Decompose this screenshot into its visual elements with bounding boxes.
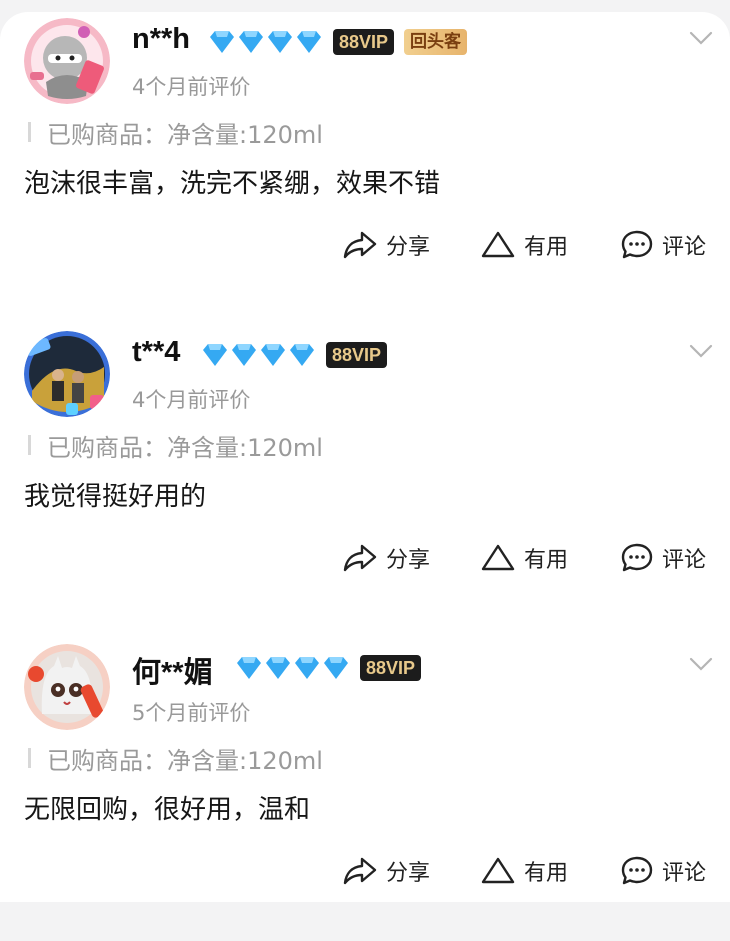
chevron-down-icon[interactable]	[688, 342, 714, 360]
comment-icon	[621, 856, 653, 885]
triangle-icon	[481, 231, 515, 258]
diamond-icon	[237, 657, 348, 679]
repeat-customer-badge: 回头客	[404, 29, 468, 55]
purchased-value: 净含量:120ml	[167, 120, 323, 149]
comment-button[interactable]: 评论	[620, 847, 706, 895]
diamond-icon	[203, 344, 314, 366]
purchased-label: 已购商品：	[47, 746, 167, 775]
user-name[interactable]: 何**媚	[132, 649, 213, 691]
user-avatar[interactable]	[24, 331, 110, 417]
diamond-level	[234, 655, 352, 681]
purchased-label: 已购商品：	[47, 120, 167, 149]
divider	[28, 435, 31, 455]
share-button[interactable]: 分享	[342, 534, 430, 582]
comment-button[interactable]: 评论	[620, 221, 706, 269]
user-badges: 88VIP	[234, 653, 422, 683]
share-button[interactable]: 分享	[342, 847, 430, 895]
purchased-product: 已购商品： 净含量:120ml	[24, 115, 323, 149]
reviews-panel: n**h 88VIP 回头客 4个月前评价 已购商品： 净含量:120ml 泡沫…	[0, 12, 730, 902]
purchased-product: 已购商品： 净含量:120ml	[24, 428, 323, 462]
review-time: 4个月前评价	[132, 75, 251, 99]
chevron-down-icon[interactable]	[688, 655, 714, 673]
review-actions: 分享 有用 评论	[0, 534, 730, 582]
diamond-icon	[210, 31, 321, 53]
comment-icon	[621, 543, 653, 572]
useful-label: 有用	[524, 235, 569, 260]
vip-badge: 88VIP	[360, 655, 422, 681]
user-badges: 88VIP 回头客	[207, 27, 468, 57]
useful-button[interactable]: 有用	[480, 221, 568, 269]
comment-label: 评论	[662, 861, 707, 886]
share-icon	[343, 857, 377, 885]
review-item: 何**媚 88VIP 5个月前评价 已购商品： 净含量:120ml 无限回购，很…	[0, 641, 730, 941]
review-item: t**4 88VIP 4个月前评价 已购商品： 净含量:120ml 我觉得挺好用…	[0, 328, 730, 628]
chevron-down-icon[interactable]	[688, 29, 714, 47]
review-content: 泡沫很丰富，洗完不紧绷，效果不错	[24, 169, 441, 199]
triangle-icon	[481, 857, 515, 884]
review-actions: 分享 有用 评论	[0, 221, 730, 269]
share-label: 分享	[386, 861, 431, 886]
triangle-icon	[481, 544, 515, 571]
review-actions: 分享 有用 评论	[0, 847, 730, 895]
comment-icon	[621, 230, 653, 259]
useful-button[interactable]: 有用	[480, 847, 568, 895]
purchased-value: 净含量:120ml	[167, 433, 323, 462]
share-button[interactable]: 分享	[342, 221, 430, 269]
vip-badge: 88VIP	[326, 342, 388, 368]
diamond-level	[207, 29, 325, 55]
review-content: 无限回购，很好用，温和	[24, 795, 311, 825]
review-item: n**h 88VIP 回头客 4个月前评价 已购商品： 净含量:120ml 泡沫…	[0, 15, 730, 315]
comment-label: 评论	[662, 235, 707, 260]
divider	[28, 748, 31, 768]
comment-label: 评论	[662, 548, 707, 573]
user-name[interactable]: t**4	[132, 336, 180, 369]
comment-button[interactable]: 评论	[620, 534, 706, 582]
useful-label: 有用	[524, 548, 569, 573]
share-icon	[343, 231, 377, 259]
user-badges: 88VIP	[200, 340, 388, 370]
diamond-level	[200, 342, 318, 368]
share-label: 分享	[386, 235, 431, 260]
divider	[28, 122, 31, 142]
purchased-label: 已购商品：	[47, 433, 167, 462]
user-avatar[interactable]	[24, 644, 110, 730]
user-avatar[interactable]	[24, 18, 110, 104]
review-content: 我觉得挺好用的	[24, 482, 207, 512]
vip-badge: 88VIP	[333, 29, 395, 55]
purchased-value: 净含量:120ml	[167, 746, 323, 775]
review-time: 5个月前评价	[132, 701, 251, 725]
useful-button[interactable]: 有用	[480, 534, 568, 582]
user-name[interactable]: n**h	[132, 23, 190, 56]
share-label: 分享	[386, 548, 431, 573]
useful-label: 有用	[524, 861, 569, 886]
share-icon	[343, 544, 377, 572]
review-time: 4个月前评价	[132, 388, 251, 412]
purchased-product: 已购商品： 净含量:120ml	[24, 741, 323, 775]
